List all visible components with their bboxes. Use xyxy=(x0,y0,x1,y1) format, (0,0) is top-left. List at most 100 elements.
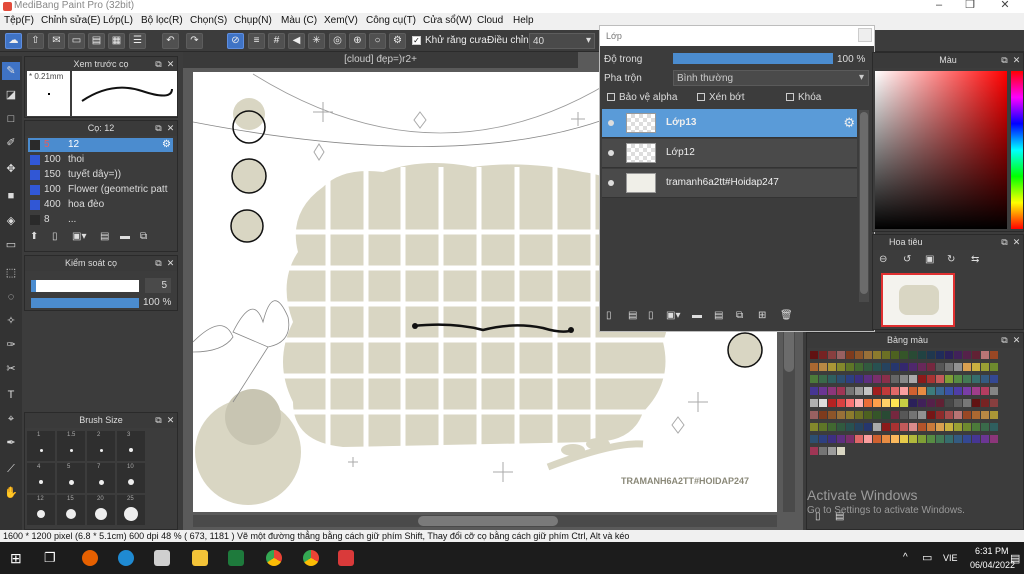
palette-swatch[interactable] xyxy=(954,351,962,359)
palette-swatch[interactable] xyxy=(837,363,845,371)
lasso-tool-icon[interactable]: ◌ xyxy=(2,288,20,306)
protect-alpha-checkbox[interactable] xyxy=(607,93,615,101)
palette-swatch[interactable] xyxy=(864,363,872,371)
new-halftone-layer-icon[interactable]: ▤ xyxy=(628,310,637,321)
palette-swatch[interactable] xyxy=(900,375,908,383)
palette-swatch[interactable] xyxy=(873,411,881,419)
brush-item[interactable]: 8 ... xyxy=(28,213,173,227)
language-indicator[interactable]: VIE xyxy=(943,553,958,563)
palette-swatch[interactable] xyxy=(828,435,836,443)
palette-swatch[interactable] xyxy=(927,399,935,407)
palette-swatch[interactable] xyxy=(864,411,872,419)
palette-swatch[interactable] xyxy=(819,387,827,395)
brush-type-icon[interactable]: ▣▾ xyxy=(72,231,86,242)
palette-swatch[interactable] xyxy=(936,423,944,431)
palette-swatch[interactable] xyxy=(846,375,854,383)
brush-item[interactable]: 400 hoa đèo xyxy=(28,198,173,212)
fill-shape-tool-icon[interactable]: ■ xyxy=(2,187,20,205)
menu-view[interactable]: Xem(V) xyxy=(324,15,358,26)
add-layer-dropdown-icon[interactable]: ▣▾ xyxy=(666,310,680,321)
menu-tools[interactable]: Công cụ(T) xyxy=(366,15,416,26)
palette-swatch[interactable] xyxy=(891,363,899,371)
palette-swatch[interactable] xyxy=(837,435,845,443)
brush-item[interactable]: 100 thoi xyxy=(28,153,173,167)
palette-swatch[interactable] xyxy=(990,435,998,443)
rotate-right-icon[interactable]: ↻ xyxy=(947,254,961,268)
palette-swatch[interactable] xyxy=(972,375,980,383)
palette-swatch[interactable] xyxy=(882,399,890,407)
brush-opacity-slider[interactable] xyxy=(31,298,139,308)
grid-snap-icon[interactable]: # xyxy=(268,33,285,49)
palette-swatch[interactable] xyxy=(927,411,935,419)
redo-icon[interactable]: ↷ xyxy=(186,33,203,49)
popout-icon[interactable]: ⧉ xyxy=(1000,54,1009,66)
eraser-tool-icon[interactable]: ◪ xyxy=(2,86,20,104)
folder-icon[interactable]: ▬ xyxy=(120,231,130,242)
brush-size-cell[interactable]: 1 xyxy=(27,431,55,461)
palette-swatch[interactable] xyxy=(954,375,962,383)
maximize-button[interactable]: ❐ xyxy=(955,0,985,13)
palette-swatch[interactable] xyxy=(819,435,827,443)
palette-swatch[interactable] xyxy=(900,387,908,395)
palette-swatch[interactable] xyxy=(882,363,890,371)
cloud-icon[interactable]: ☁ xyxy=(5,33,22,49)
copy-layer-icon[interactable]: ▤ xyxy=(714,310,723,321)
brush-size-value[interactable]: 5 xyxy=(145,278,171,293)
palette-swatch[interactable] xyxy=(909,363,917,371)
palette-swatch[interactable] xyxy=(945,399,953,407)
brush-size-cell[interactable]: 4 xyxy=(27,463,55,493)
palette-swatch[interactable] xyxy=(963,351,971,359)
palette-swatch[interactable] xyxy=(918,423,926,431)
network-icon[interactable]: ▭ xyxy=(922,551,932,564)
close-icon[interactable] xyxy=(858,28,872,42)
antialias-checkbox[interactable]: ✓ xyxy=(412,36,421,45)
text-tool-icon[interactable]: T xyxy=(2,386,20,404)
palette-swatch[interactable] xyxy=(945,387,953,395)
navigator-thumbnail[interactable] xyxy=(881,273,955,327)
flip-icon[interactable]: ⇆ xyxy=(971,254,985,268)
palette-swatch[interactable] xyxy=(954,387,962,395)
palette-swatch[interactable] xyxy=(963,435,971,443)
palette-swatch[interactable] xyxy=(900,363,908,371)
magic-wand-icon[interactable]: ✧ xyxy=(2,312,20,330)
palette-swatch[interactable] xyxy=(981,363,989,371)
menu-cloud[interactable]: Cloud xyxy=(477,15,503,26)
palette-swatch[interactable] xyxy=(882,435,890,443)
new-brush-icon[interactable]: ▯ xyxy=(52,231,58,242)
comment-icon[interactable]: ▭ xyxy=(68,33,85,49)
palette-swatch[interactable] xyxy=(837,375,845,383)
palette-swatch[interactable] xyxy=(981,399,989,407)
brush-size-cell[interactable]: 20 xyxy=(87,495,115,525)
palette-swatch[interactable] xyxy=(864,387,872,395)
select-eraser-icon[interactable]: ✂ xyxy=(2,360,20,378)
palette-swatch[interactable] xyxy=(846,351,854,359)
palette-swatch[interactable] xyxy=(810,363,818,371)
close-icon[interactable]: ✕ xyxy=(166,58,175,70)
palette-swatch[interactable] xyxy=(855,363,863,371)
palette-swatch[interactable] xyxy=(963,411,971,419)
palette-swatch[interactable] xyxy=(864,399,872,407)
palette-swatch[interactable] xyxy=(846,399,854,407)
palette-swatch[interactable] xyxy=(990,387,998,395)
palette-swatch[interactable] xyxy=(981,411,989,419)
popout-icon[interactable]: ⧉ xyxy=(154,58,163,70)
merge-layer-icon[interactable]: ⊞ xyxy=(758,310,766,321)
palette-swatch[interactable] xyxy=(873,435,881,443)
radial-snap-icon[interactable]: ✳ xyxy=(308,33,325,49)
palette-swatch[interactable] xyxy=(828,447,836,455)
palette-swatch[interactable] xyxy=(918,435,926,443)
palette-swatch[interactable] xyxy=(873,375,881,383)
palette-swatch[interactable] xyxy=(972,423,980,431)
menu-color[interactable]: Màu (C) xyxy=(281,15,317,26)
palette-swatch[interactable] xyxy=(855,387,863,395)
brush-tool-icon[interactable]: ✎ xyxy=(2,62,20,80)
palette-swatch[interactable] xyxy=(936,375,944,383)
notification-icon[interactable]: ▤ xyxy=(1010,552,1020,565)
upload-icon[interactable]: ⇧ xyxy=(27,33,44,49)
brush-item[interactable]: 100 Flower (geometric patt xyxy=(28,183,173,197)
palette-swatch[interactable] xyxy=(882,375,890,383)
circle-snap-icon[interactable]: ◎ xyxy=(329,33,346,49)
palette-swatch[interactable] xyxy=(873,351,881,359)
palette-swatch[interactable] xyxy=(891,423,899,431)
parallel-snap-icon[interactable]: ≡ xyxy=(248,33,265,49)
